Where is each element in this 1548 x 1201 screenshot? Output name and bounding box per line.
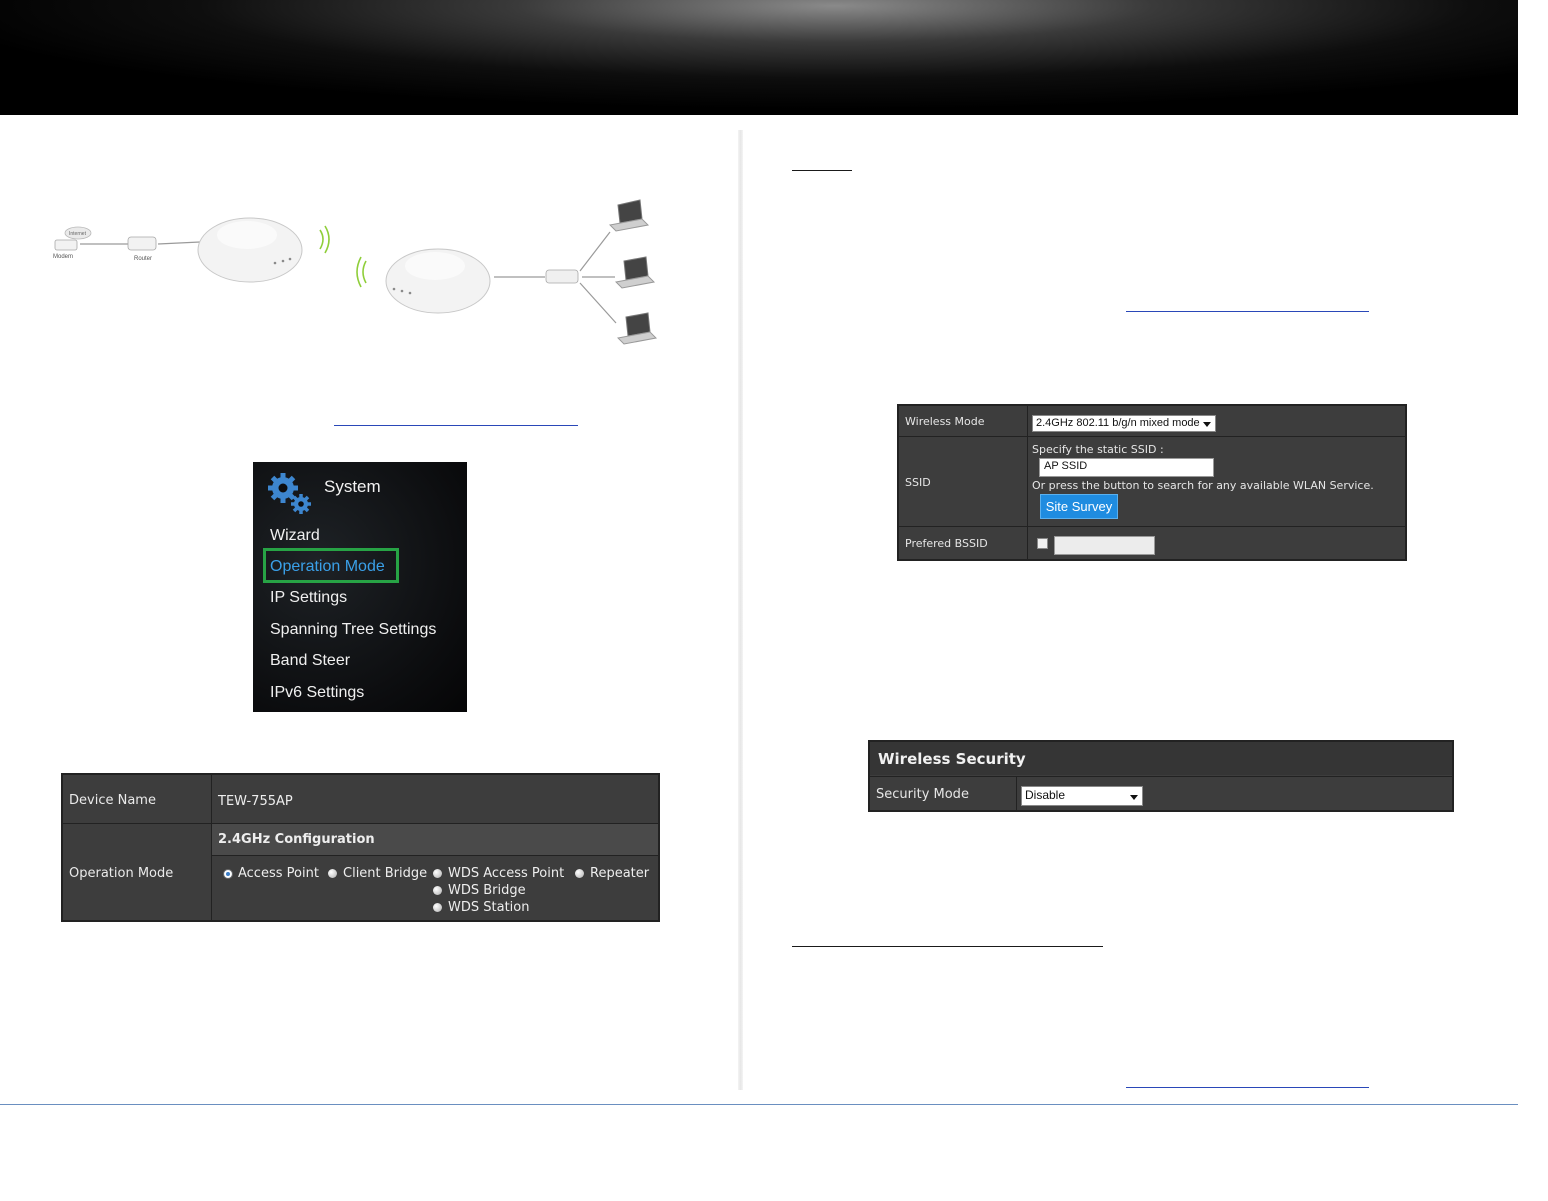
operation-mode-panel: Device Name TEW-755AP 2.4GHz Configurati… [61, 773, 660, 922]
switch-icon [545, 269, 579, 284]
wireless-mode-label: Wireless Mode [905, 415, 985, 428]
row-divider [899, 526, 1405, 527]
ssid-instruction: Specify the static SSID : [1032, 443, 1164, 456]
menu-item-wizard[interactable]: Wizard [270, 527, 320, 545]
ssid-hint: Or press the button to search for any av… [1032, 479, 1374, 492]
page-margin [1518, 0, 1548, 1201]
radio-wds-bridge[interactable]: WDS Bridge [433, 883, 526, 898]
menu-item-ip-settings[interactable]: IP Settings [270, 589, 347, 607]
highlight-box [263, 548, 399, 583]
footer-rule [0, 1104, 1518, 1105]
router-label: Router [134, 256, 152, 262]
preferred-bssid-input[interactable] [1054, 536, 1155, 555]
access-point-icon [197, 217, 303, 283]
site-survey-button[interactable]: Site Survey [1040, 494, 1118, 519]
operation-mode-label: Operation Mode [69, 866, 174, 881]
wifi-signal-icon [319, 225, 367, 288]
hyperlink-underline[interactable] [334, 425, 578, 426]
row-divider [870, 776, 1452, 777]
cloud-icon: Internet [64, 226, 92, 240]
column-divider [1016, 777, 1017, 810]
modem-label: Modem [53, 254, 73, 260]
system-menu: System Wizard Operation Mode IP Settings… [253, 462, 467, 712]
heading-underline [792, 946, 1103, 947]
gear-icon [268, 473, 311, 514]
radio-wds-access-point[interactable]: WDS Access Point [433, 866, 564, 881]
hyperlink-underline[interactable] [1126, 311, 1369, 312]
row-divider [212, 855, 658, 856]
security-mode-select[interactable]: Disable [1021, 786, 1143, 806]
column-divider [1027, 406, 1028, 559]
access-point-icon [385, 248, 491, 314]
ssid-input[interactable]: AP SSID [1039, 458, 1214, 477]
internet-label: Internet [69, 231, 87, 237]
security-mode-label: Security Mode [876, 787, 969, 802]
chevron-down-icon [1130, 795, 1138, 800]
modem-icon: Modem [53, 239, 78, 260]
device-name-value: TEW-755AP [218, 794, 293, 809]
menu-item-band-steer[interactable]: Band Steer [270, 652, 350, 670]
menu-item-spanning-tree-settings[interactable]: Spanning Tree Settings [270, 621, 436, 639]
device-name-label: Device Name [69, 793, 156, 808]
wireless-mode-select[interactable]: 2.4GHz 802.11 b/g/n mixed mode [1032, 415, 1216, 432]
heading-underline [792, 170, 852, 171]
radio-access-point[interactable]: Access Point [223, 866, 319, 881]
header-banner [0, 0, 1518, 115]
laptop-icon [608, 199, 650, 232]
security-heading: Wireless Security [870, 742, 1452, 775]
radio-repeater[interactable]: Repeater [575, 866, 649, 881]
ssid-label: SSID [905, 476, 931, 489]
preferred-bssid-label: Prefered BSSID [905, 537, 988, 550]
security-mode-value: Disable [1025, 788, 1066, 802]
laptop-icon [616, 312, 658, 345]
hyperlink-underline[interactable] [1126, 1087, 1369, 1088]
router-icon: Router [127, 236, 157, 262]
wireless-security-panel: Wireless Security Security Mode Disable [868, 740, 1454, 812]
column-divider [738, 130, 743, 1090]
laptop-icon [614, 256, 656, 289]
preferred-bssid-checkbox[interactable] [1037, 538, 1048, 549]
wireless-mode-value: 2.4GHz 802.11 b/g/n mixed mode [1036, 417, 1200, 429]
menu-title: System [324, 477, 381, 496]
chevron-down-icon [1203, 422, 1211, 427]
menu-item-ipv6-settings[interactable]: IPv6 Settings [270, 684, 364, 702]
row-divider [899, 436, 1405, 437]
config-heading: 2.4GHz Configuration [218, 832, 375, 847]
network-diagram: Internet Modem Router [50, 195, 670, 355]
radio-wds-station[interactable]: WDS Station [433, 900, 529, 915]
radio-client-bridge[interactable]: Client Bridge [328, 866, 427, 881]
wireless-settings-panel: Wireless Mode 2.4GHz 802.11 b/g/n mixed … [897, 404, 1407, 561]
